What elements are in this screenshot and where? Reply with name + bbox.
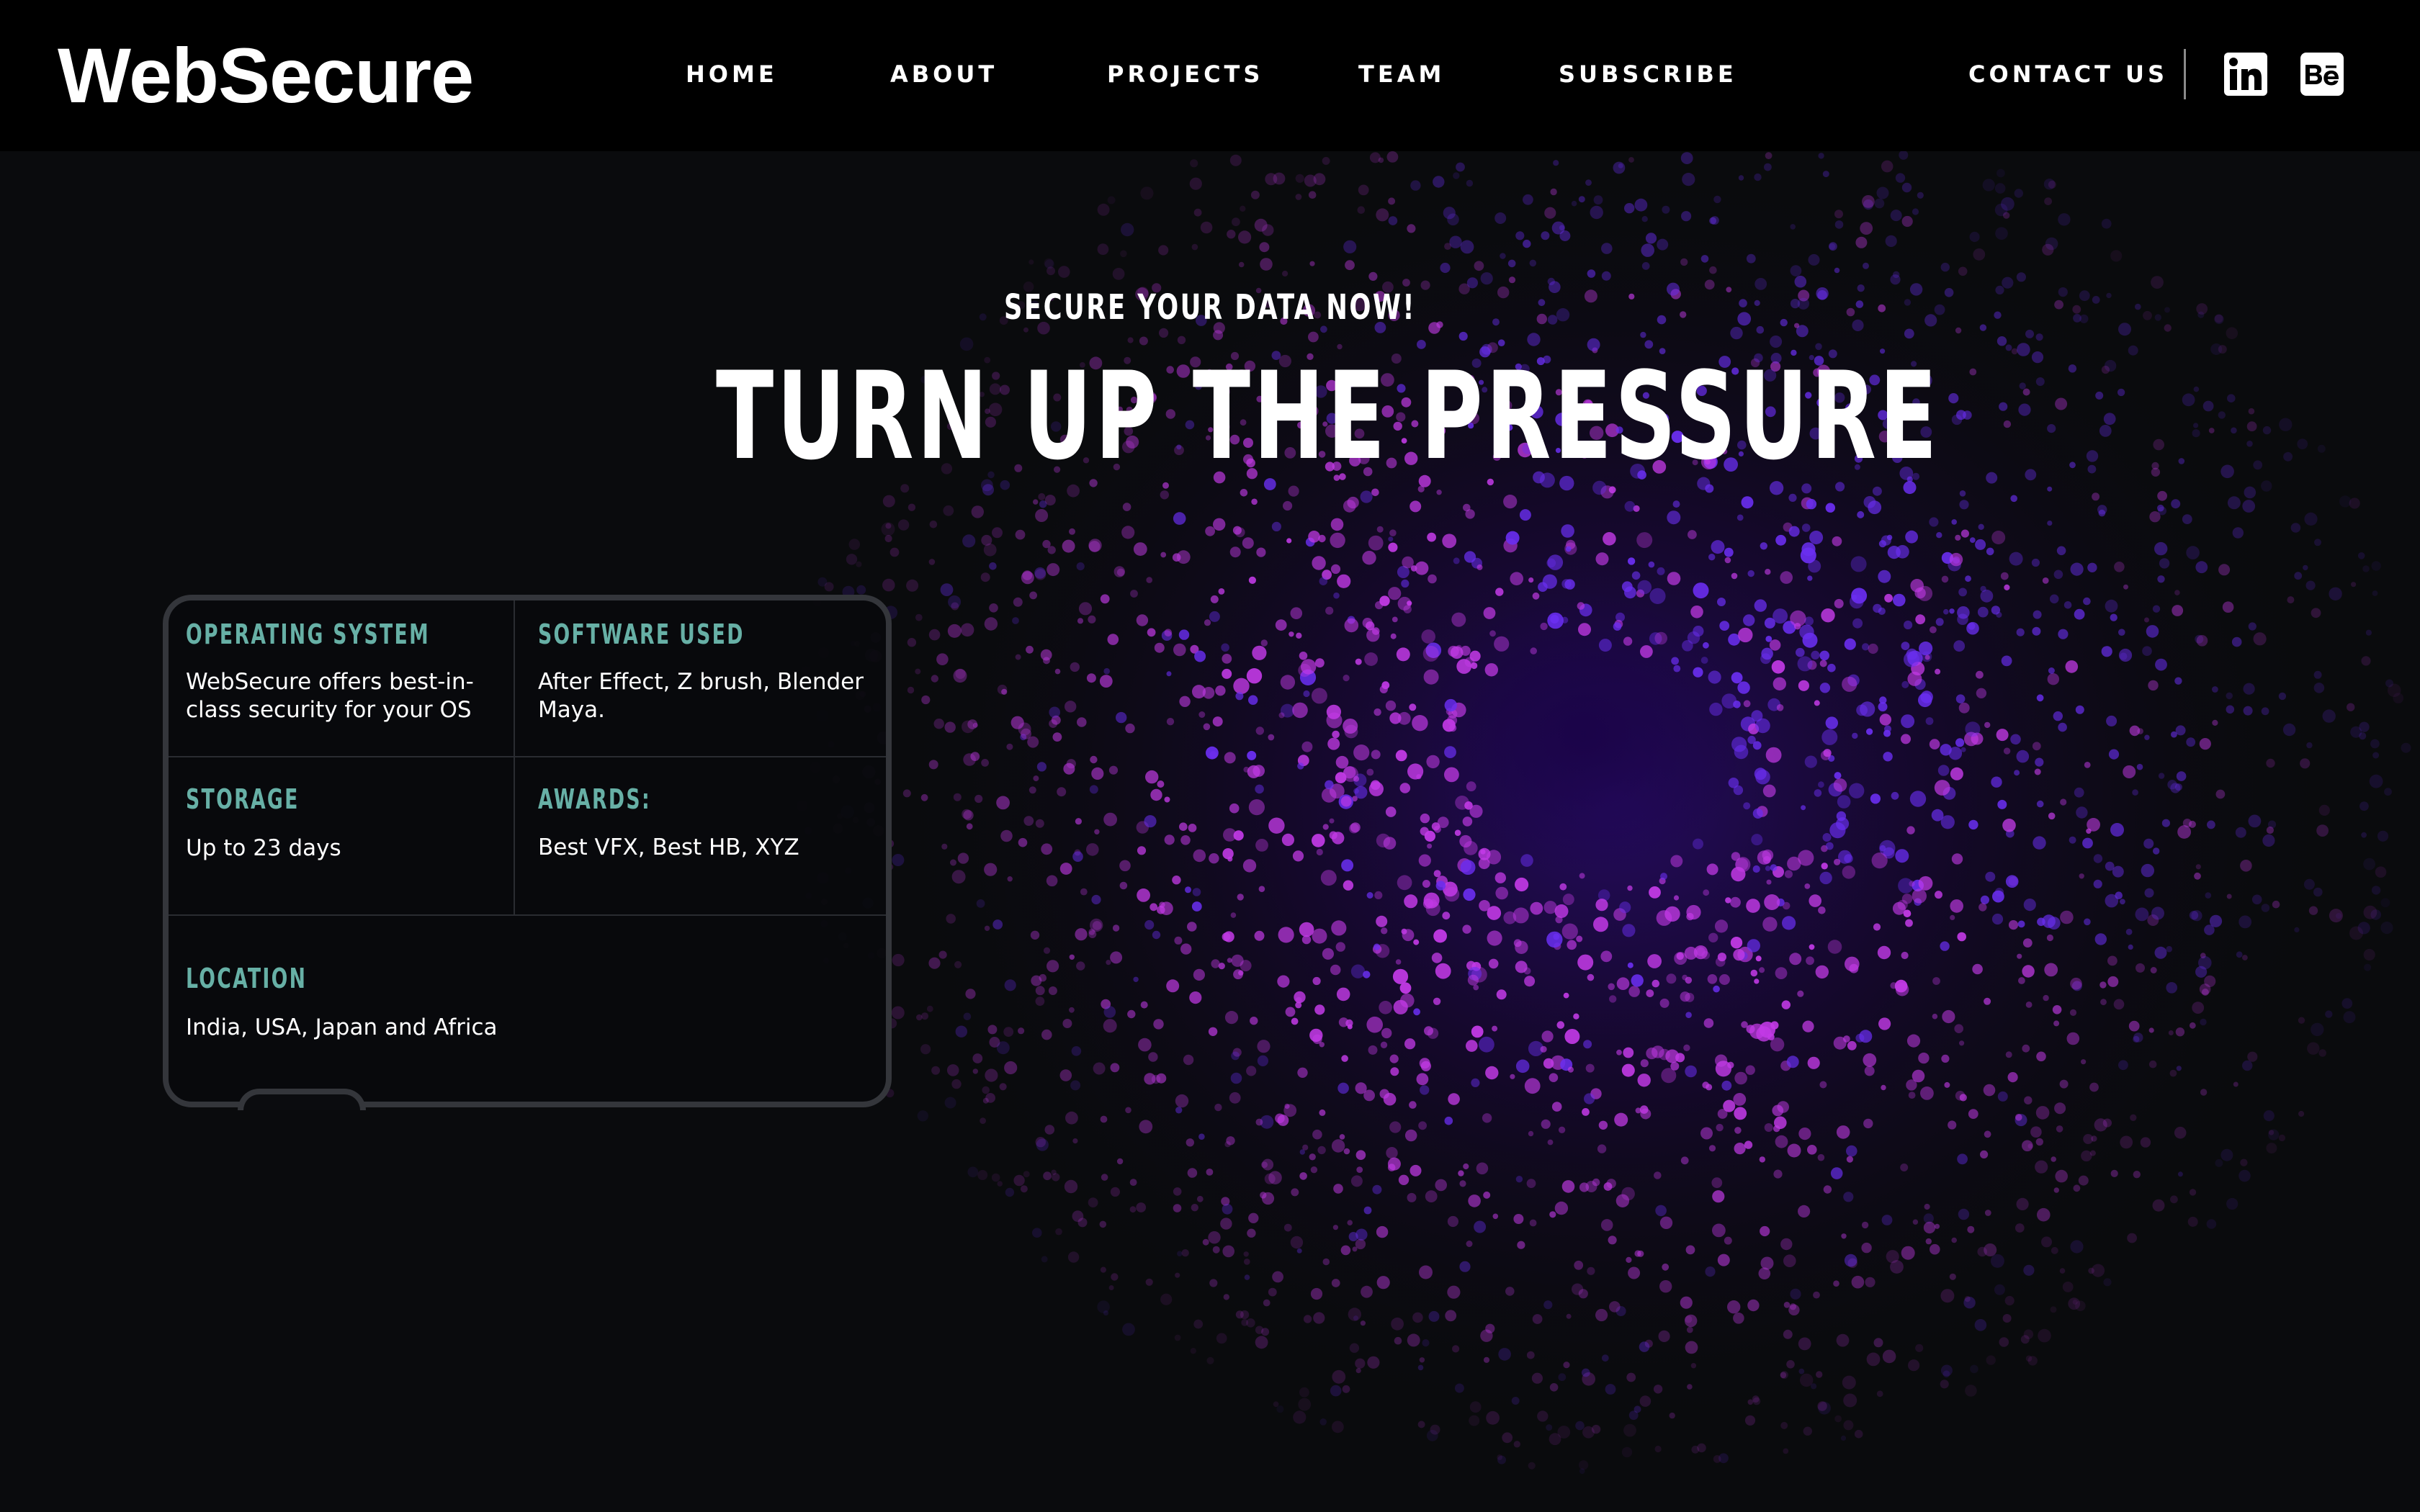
nav-divider — [2184, 49, 2186, 99]
awards-text: Best VFX, Best HB, XYZ — [538, 834, 799, 860]
nav-item-about[interactable]: ABOUT — [890, 56, 998, 92]
linkedin-icon[interactable] — [2224, 53, 2267, 96]
hero-eyebrow: SECURE YOUR DATA NOW! — [1003, 287, 1417, 328]
software-used-label: SOFTWARE USED — [538, 618, 745, 650]
location-label: LOCATION — [186, 963, 308, 994]
page: WebSecure HOME ABOUT PROJECTS TEAM SUBSC… — [0, 0, 2420, 1512]
card-divider — [169, 756, 886, 757]
operating-system-text: WebSecure offers best-in-class security … — [186, 669, 474, 723]
brand-logo[interactable]: WebSecure — [58, 29, 474, 122]
operating-system-label: OPERATING SYSTEM — [186, 618, 430, 650]
software-used-text: After Effect, Z brush, Blender Maya. — [538, 669, 864, 723]
card-notch — [238, 1089, 366, 1110]
awards-label: AWARDS: — [538, 783, 651, 815]
storage-label: STORAGE — [186, 783, 300, 815]
location-text: India, USA, Japan and Africa — [186, 1014, 498, 1040]
nav-item-home[interactable]: HOME — [686, 56, 778, 92]
top-navigation-bar: WebSecure HOME ABOUT PROJECTS TEAM SUBSC… — [0, 0, 2420, 151]
hero-title: TURN UP THE PRESSURE — [716, 346, 1940, 487]
nav-item-subscribe[interactable]: SUBSCRIBE — [1559, 56, 1737, 92]
behance-icon[interactable] — [2300, 53, 2344, 96]
nav-item-projects[interactable]: PROJECTS — [1107, 56, 1263, 92]
card-divider — [169, 914, 886, 916]
card-divider — [514, 600, 515, 914]
contact-us-link[interactable]: CONTACT US — [1968, 56, 2168, 92]
nav-item-team[interactable]: TEAM — [1358, 56, 1445, 92]
storage-text: Up to 23 days — [186, 835, 341, 861]
